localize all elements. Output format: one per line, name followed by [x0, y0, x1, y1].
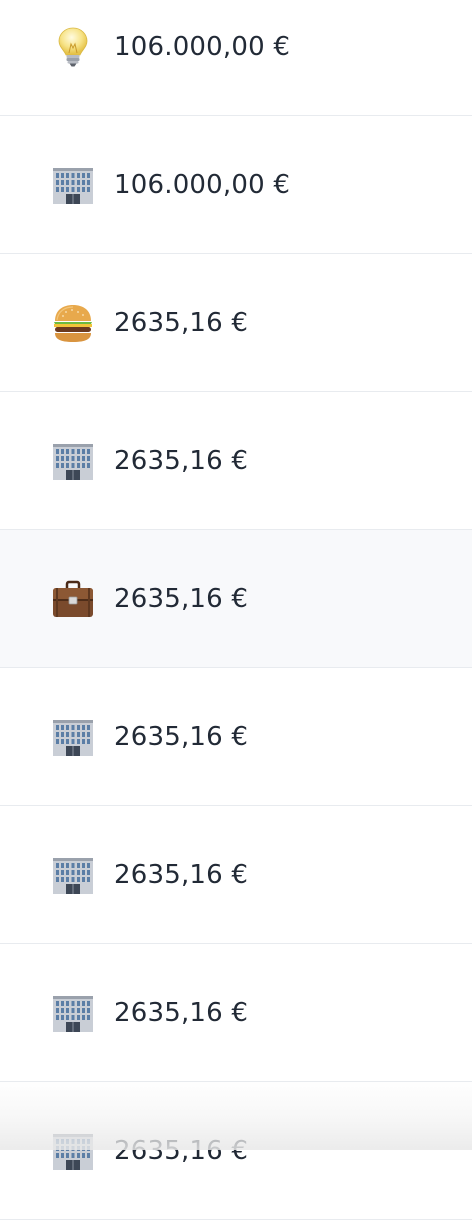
- briefcase-icon: [52, 578, 94, 620]
- amount: 2635,16 €: [114, 1136, 249, 1166]
- list-item[interactable]: 2635,16 €: [0, 392, 472, 530]
- amount: 2635,16 €: [114, 446, 249, 476]
- list-item[interactable]: 2635,16 €: [0, 806, 472, 944]
- amount: 106.000,00 €: [114, 32, 291, 62]
- list-item[interactable]: 2635,16 €: [0, 1082, 472, 1220]
- office-building-icon: [52, 164, 94, 206]
- amount: 106.000,00 €: [114, 170, 291, 200]
- list-item[interactable]: 2635,16 €: [0, 944, 472, 1082]
- office-building-icon: [52, 716, 94, 758]
- list-item[interactable]: 2635,16 €: [0, 668, 472, 806]
- list-item[interactable]: 106.000,00 €: [0, 0, 472, 116]
- office-building-icon: [52, 992, 94, 1034]
- list-item[interactable]: 2635,16 €: [0, 530, 472, 668]
- transaction-list: 106.000,00 € 106.000,00 € 2635,16 € 2635…: [0, 0, 472, 1220]
- list-item[interactable]: 106.000,00 €: [0, 116, 472, 254]
- amount: 2635,16 €: [114, 308, 249, 338]
- hamburger-icon: [52, 302, 94, 344]
- office-building-icon: [52, 440, 94, 482]
- office-building-icon: [52, 1130, 94, 1172]
- amount: 2635,16 €: [114, 860, 249, 890]
- amount: 2635,16 €: [114, 722, 249, 752]
- amount: 2635,16 €: [114, 998, 249, 1028]
- office-building-icon: [52, 854, 94, 896]
- amount: 2635,16 €: [114, 584, 249, 614]
- lightbulb-icon: [52, 26, 94, 68]
- list-item[interactable]: 2635,16 €: [0, 254, 472, 392]
